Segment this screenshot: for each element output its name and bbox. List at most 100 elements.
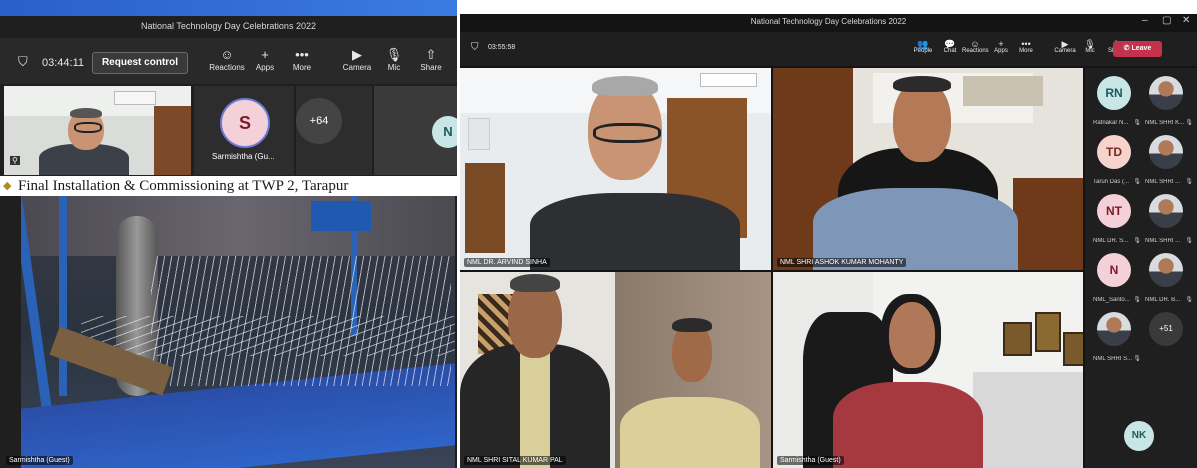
close-icon[interactable]: ✕ — [1182, 15, 1190, 26]
apps-icon: + — [261, 47, 269, 62]
toolbar-button-label: More — [292, 63, 312, 72]
minimize-icon[interactable]: – — [1142, 15, 1148, 26]
mic-muted-icon: 🎙 — [1185, 120, 1193, 126]
participant-initials-avatar: N — [1097, 253, 1131, 287]
more-button[interactable]: ••• More — [282, 47, 322, 73]
share-button[interactable]: ⇧Share — [411, 47, 451, 73]
pin-icon[interactable]: ⚲ — [10, 156, 20, 165]
reactions-icon: ☺ — [970, 39, 980, 49]
right-teams-window: National Technology Day Celebrations 202… — [460, 14, 1197, 468]
toolbar-button-label: People — [913, 48, 933, 54]
meeting-title-right: National Technology Day Celebrations 202… — [750, 17, 907, 26]
participant-avatar-tile[interactable]: S Sarmishtha (Gu... — [194, 86, 294, 175]
leave-button[interactable]: ✆ Leave — [1113, 41, 1162, 57]
more-icon: ••• — [295, 47, 309, 62]
share-icon: ⇧ — [425, 47, 437, 62]
mic-muted-icon: 🎙 — [1185, 297, 1193, 303]
diamond-icon: ◆ — [3, 180, 12, 192]
leave-label: Leave — [1131, 45, 1152, 52]
video-tile-name: NML DR. ARVIND SINHA — [464, 258, 550, 267]
reactions-button[interactable]: ☺ Reactions — [207, 48, 247, 73]
mic-button[interactable]: 🎙 Mic — [1077, 37, 1103, 54]
sidebar-participant[interactable]: NML SHRI ... 🎙 — [1137, 129, 1197, 189]
mic-button[interactable]: 🎙 Mic — [374, 47, 414, 73]
people-button[interactable]: 👥 People — [910, 37, 936, 54]
mic-muted-icon: 🎙 — [1185, 179, 1193, 185]
more-icon: ••• — [1021, 39, 1031, 49]
sidebar-participant-name: NML SHRI ... — [1145, 238, 1181, 244]
people-icon: 👥 — [917, 39, 929, 49]
participant-video-tile[interactable]: ⚲ — [4, 86, 191, 175]
meeting-timer-right: 03:55:58 — [488, 44, 516, 51]
participant-photo-avatar — [1149, 76, 1183, 110]
participant-initials-avatar: TD — [1097, 135, 1131, 169]
shield-icon: ⛉ — [18, 54, 28, 69]
meeting-title: National Technology Day Celebrations 202… — [141, 21, 316, 31]
sidebar-participant-name: NML SHRI ... — [1145, 179, 1181, 185]
toolbar-button-label: Camera — [1054, 48, 1076, 54]
shield-icon: ⛉ — [471, 42, 479, 53]
toolbar-button-label: Reactions — [209, 63, 245, 72]
overflow-count: +51 — [1149, 312, 1183, 346]
chat-button[interactable]: 💬 Chat — [937, 37, 963, 54]
meeting-toolbar-right: ⛉ 03:55:58 👥 People 💬 Chat ☺ Reactions + Apps ••… — [460, 32, 1197, 66]
sidebar-participant-name: NML DR. B... — [1145, 297, 1181, 303]
slide-caption: Final Installation & Commissioning at TW… — [18, 178, 349, 194]
toolbar-button-label: Chat — [943, 48, 957, 54]
presenter-name-tag: Sarmishtha (Guest) — [6, 456, 73, 465]
participant-photo-avatar — [1149, 194, 1183, 228]
partial-avatar: N — [432, 116, 457, 148]
participant-photo-avatar — [1149, 253, 1183, 287]
shared-screen-content — [21, 196, 455, 468]
camera-icon: ▶ — [352, 47, 362, 62]
apps-icon: + — [998, 39, 1004, 49]
toolbar-button-label: Mic — [387, 63, 401, 72]
participant-name: Sarmishtha (Gu... — [212, 152, 275, 161]
sidebar-participant[interactable]: NML SHRI ... 🎙 — [1137, 188, 1197, 248]
participant-photo-avatar — [1149, 135, 1183, 169]
toolbar-button-label: Apps — [255, 63, 275, 72]
video-tile-name: NML SHRI ASHOK KUMAR MOHANTY — [777, 258, 907, 267]
toolbar-button-label: More — [1019, 48, 1033, 54]
video-tile-4[interactable]: Sarmishtha (Guest) — [773, 272, 1083, 468]
camera-icon: ▶ — [1061, 39, 1069, 49]
sidebar-participant-name: NML SHRI K... — [1145, 120, 1185, 126]
toolbar-button-label: Reactions — [962, 48, 989, 54]
partial-participant-tile[interactable]: N — [374, 86, 457, 175]
maximize-icon[interactable]: ▢ — [1162, 15, 1171, 26]
mic-muted-icon: 🎙 — [1185, 238, 1193, 244]
meeting-toolbar: ⛉ 03:44:11 Request control ☺ Reactions + Ap… — [0, 38, 457, 84]
participant-sidebar: RN Ratnakar N... 🎙 NML SHRI K... 🎙 TD Tarun Da… — [1085, 68, 1197, 468]
mic-icon: 🎙 — [1084, 39, 1096, 49]
participant-initials-avatar: NT — [1097, 194, 1131, 228]
sidebar-participant[interactable]: +51 — [1137, 306, 1197, 366]
more-button[interactable]: ••• More — [1013, 37, 1039, 54]
sidebar-participant[interactable]: NML SHRI K... 🎙 — [1137, 70, 1197, 130]
meeting-timer: 03:44:11 — [42, 57, 85, 69]
apps-button[interactable]: + Apps — [245, 47, 285, 73]
toolbar-button-label: Mic — [1085, 48, 1095, 54]
sidebar-participant[interactable]: NML DR. B... 🎙 — [1137, 247, 1197, 307]
video-tile-3[interactable]: NML SHRI SITAL KUMAR PAL — [460, 272, 771, 468]
camera-button[interactable]: ▶ Camera — [1052, 37, 1078, 54]
video-tile-1[interactable]: NML DR. ARVIND SINHA — [460, 68, 771, 270]
overflow-participants-tile[interactable]: +64 — [296, 86, 372, 175]
chat-icon: 💬 — [944, 39, 956, 49]
camera-button[interactable]: ▶ Camera — [337, 47, 377, 73]
toolbar-button-label: Camera — [342, 63, 372, 72]
participant-initials-avatar: RN — [1097, 76, 1131, 110]
video-tile-name: Sarmishtha (Guest) — [777, 456, 844, 465]
apps-button[interactable]: + Apps — [988, 37, 1014, 54]
toolbar-button-label: Apps — [994, 48, 1008, 54]
mic-icon: 🎙 — [385, 47, 403, 62]
request-control-button[interactable]: Request control — [92, 52, 188, 74]
bottom-avatar[interactable]: NK — [1124, 421, 1154, 451]
reactions-button[interactable]: ☺ Reactions — [962, 37, 989, 54]
participant-photo-avatar — [1097, 312, 1131, 346]
video-tile-name: NML SHRI SITAL KUMAR PAL — [464, 456, 566, 465]
left-teams-window: National Technology Day Celebrations 202… — [0, 0, 457, 468]
desktop-taskbar — [0, 0, 457, 16]
video-tile-2[interactable]: NML SHRI ASHOK KUMAR MOHANTY — [773, 68, 1083, 270]
sidebar-participant-name: NML DR. S... — [1093, 238, 1129, 244]
sidebar-participant-name: NML_Santo... — [1093, 297, 1130, 303]
